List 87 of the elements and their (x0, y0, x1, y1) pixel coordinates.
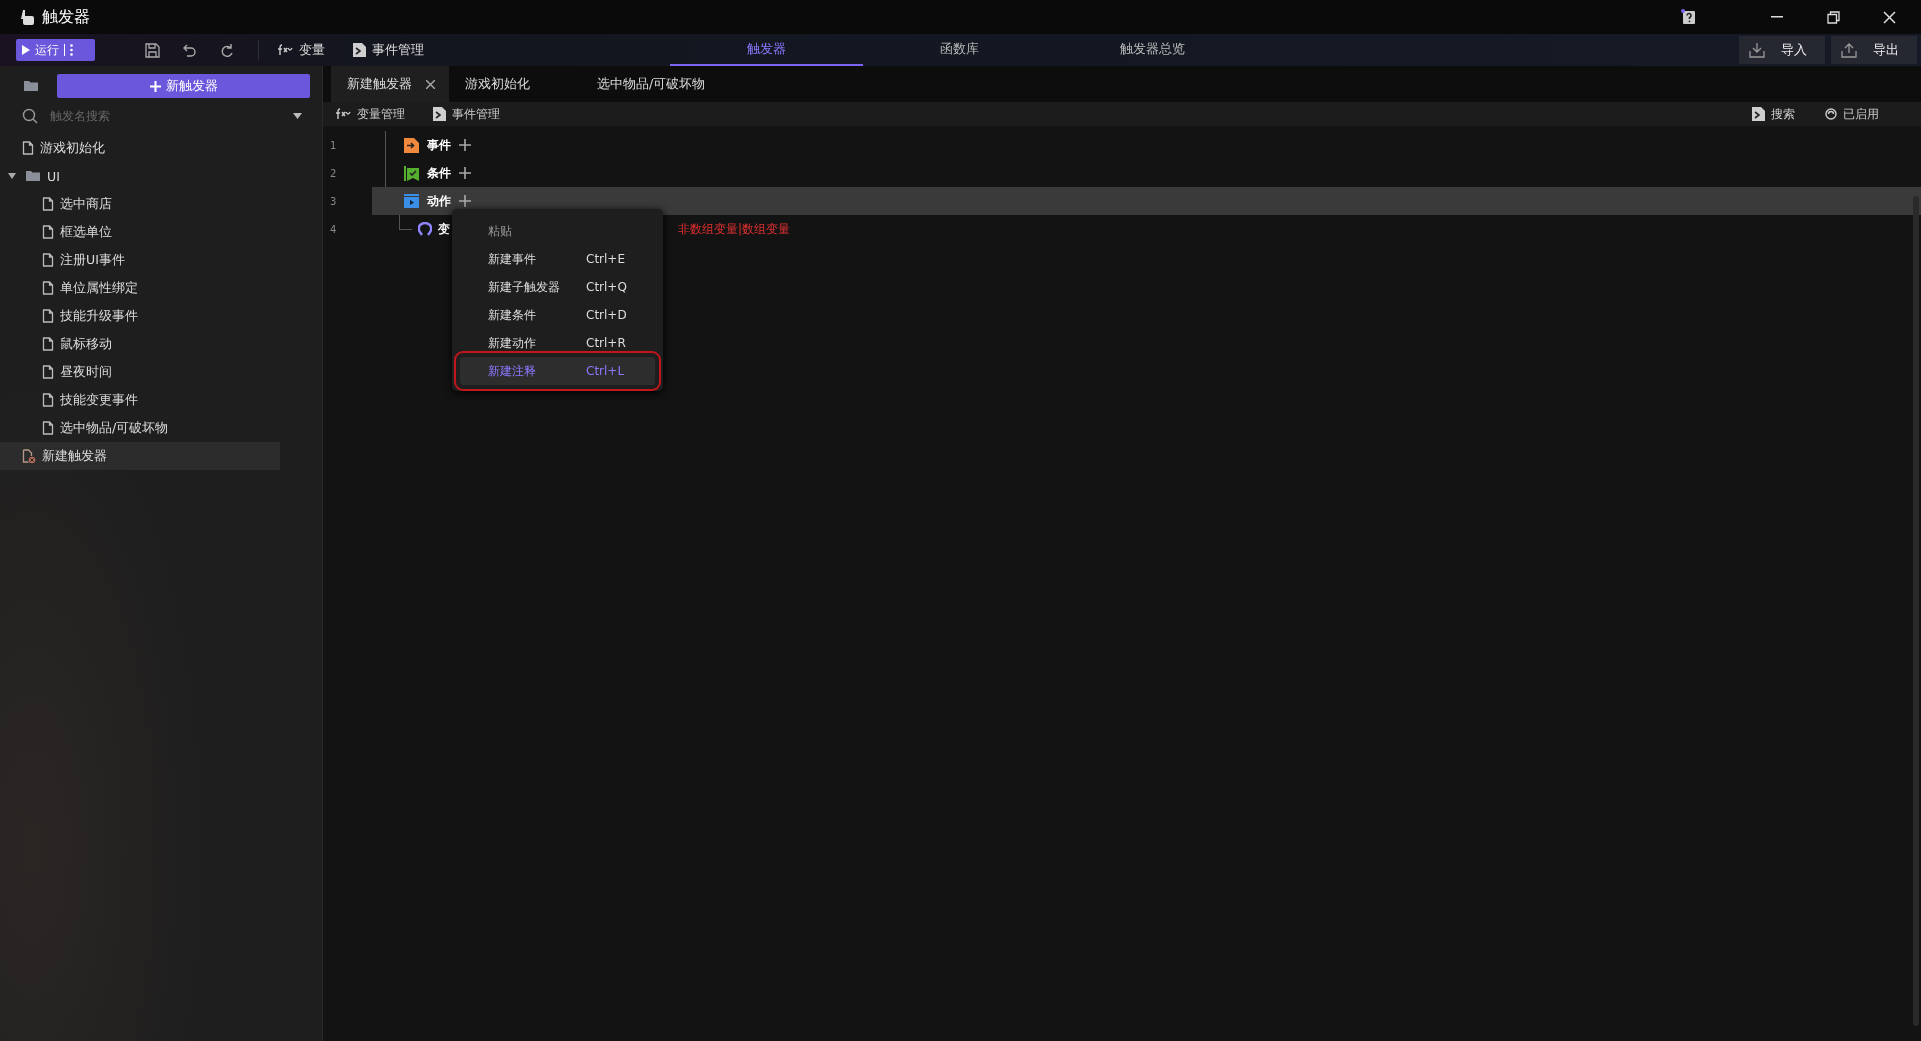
file-icon (42, 309, 54, 323)
tree-item[interactable]: 鼠标移动 (0, 330, 280, 358)
hand-icon (20, 9, 34, 25)
file-icon (42, 365, 54, 379)
close-icon[interactable] (426, 79, 435, 89)
tree-item[interactable]: 注册UI事件 (0, 246, 280, 274)
toolbar-button[interactable]: 搜索 (1752, 105, 1795, 123)
menu-item[interactable]: 新建动作 Ctrl+R (460, 329, 655, 357)
file-error-icon (22, 448, 36, 464)
download-icon (1749, 42, 1765, 58)
file-icon (42, 421, 54, 435)
main-tab[interactable]: 触发器总览 (1056, 34, 1249, 66)
file-icon (42, 225, 54, 239)
restore-icon (1826, 10, 1840, 24)
main-tab[interactable]: 函数库 (863, 34, 1056, 66)
toolbar-button[interactable]: 事件管理 (353, 41, 424, 59)
tree-item[interactable]: 技能升级事件 (0, 302, 280, 330)
plus-icon[interactable] (459, 139, 471, 151)
toolbar-button[interactable]: 变量管理 (335, 105, 405, 123)
code-line[interactable]: 事件 (371, 131, 1921, 159)
line-number: 4 (329, 223, 338, 235)
minimize-icon (1771, 16, 1783, 18)
condition-icon (404, 165, 419, 181)
search-field[interactable]: 触发名搜索 (48, 108, 283, 124)
tree-item[interactable]: UI (0, 162, 280, 190)
tree-item[interactable]: 单位属性绑定 (0, 274, 280, 302)
file-icon (42, 393, 54, 407)
tree-item[interactable]: 游戏初始化 (0, 134, 280, 162)
document-icon (1752, 107, 1765, 121)
file-icon (42, 197, 54, 211)
variable-icon (418, 222, 432, 236)
save-icon[interactable] (145, 42, 160, 58)
plus-icon (149, 80, 161, 92)
export-button[interactable]: 导出 (1831, 36, 1917, 64)
toggle-icon (1825, 108, 1837, 120)
toolbar-button[interactable]: 已启用 (1825, 105, 1879, 123)
action-icon (404, 194, 419, 208)
dropdown-icon[interactable] (293, 113, 302, 119)
window-title: 触发器 (42, 6, 90, 28)
editor-tab[interactable]: 游戏初始化 (449, 66, 581, 102)
fx-icon (335, 108, 351, 120)
line-number: 1 (329, 139, 338, 151)
line-number: 3 (329, 195, 338, 207)
file-icon (22, 141, 34, 155)
help-icon[interactable] (1681, 9, 1697, 25)
play-icon (22, 45, 30, 55)
line-label: 变 (438, 220, 450, 238)
tree-item[interactable]: 技能变更事件 (0, 386, 280, 414)
tree-item[interactable]: 选中物品/可破坏物 (0, 414, 280, 442)
file-icon (42, 253, 54, 267)
toolbar-button[interactable]: 事件管理 (433, 105, 500, 123)
redo-icon[interactable] (219, 42, 234, 58)
toolbar-button[interactable]: 变量 (277, 41, 325, 59)
more-icon[interactable] (70, 44, 73, 56)
plus-icon[interactable] (459, 167, 471, 179)
error-message: 非数组变量|数组变量 (678, 220, 791, 238)
fx-icon (277, 44, 293, 56)
new-trigger-button[interactable]: 新触发器 (57, 74, 310, 98)
close-icon (1882, 10, 1896, 24)
tree-item[interactable]: 框选单位 (0, 218, 280, 246)
line-label: 动作 (427, 192, 451, 210)
folder-icon[interactable] (24, 80, 39, 92)
menu-item[interactable]: 新建子触发器 Ctrl+Q (460, 273, 655, 301)
file-icon (42, 337, 54, 351)
folder-icon (26, 170, 41, 182)
search-icon (22, 108, 38, 124)
menu-item[interactable]: 新建条件 Ctrl+D (460, 301, 655, 329)
caret-icon[interactable] (8, 173, 16, 179)
menu-item[interactable]: 新建事件 Ctrl+E (460, 245, 655, 273)
tree-item[interactable]: 新建触发器 (0, 442, 280, 470)
document-icon (433, 107, 446, 121)
upload-icon (1841, 42, 1857, 58)
tree-item[interactable]: 昼夜时间 (0, 358, 280, 386)
line-number: 2 (329, 167, 338, 179)
plus-icon[interactable] (459, 195, 471, 207)
line-label: 事件 (427, 136, 451, 154)
event-icon (404, 137, 419, 153)
document-icon (353, 43, 366, 57)
import-button[interactable]: 导入 (1739, 36, 1825, 64)
editor-tab[interactable]: 新建触发器 (331, 66, 449, 102)
line-label: 条件 (427, 164, 451, 182)
file-icon (42, 281, 54, 295)
run-button[interactable]: 运行 (16, 39, 95, 61)
tree-item[interactable]: 选中商店 (0, 190, 280, 218)
code-line[interactable]: 条件 (371, 159, 1921, 187)
undo-icon[interactable] (182, 42, 197, 58)
editor-tab[interactable]: 选中物品/可破坏物 (581, 66, 718, 102)
